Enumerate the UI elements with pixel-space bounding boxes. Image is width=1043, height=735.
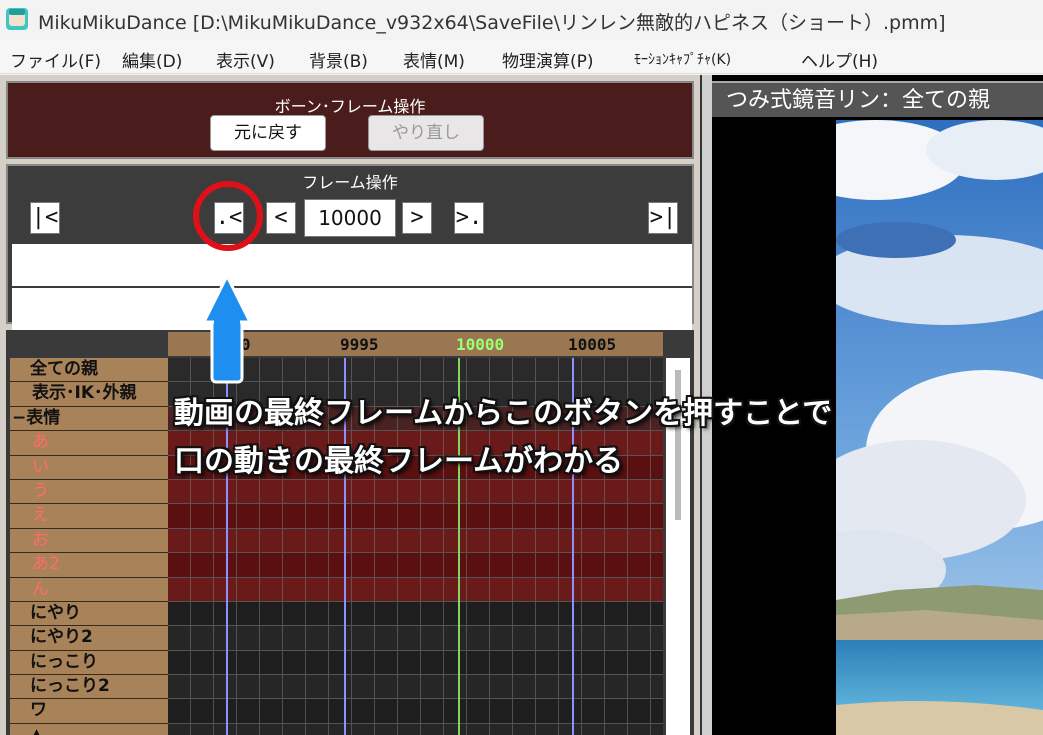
next-frame-button[interactable]: >	[402, 202, 432, 234]
bone-frame-title: ボーン･フレーム操作	[274, 97, 426, 116]
menu-file[interactable]: ファイル(F)	[10, 47, 101, 72]
undo-button[interactable]: 元に戻す	[210, 115, 326, 151]
track-nikkori[interactable]: にっこり	[10, 650, 168, 676]
menu-edit[interactable]: 編集(D)	[122, 47, 182, 72]
grid-row[interactable]	[168, 650, 663, 676]
track-triangle[interactable]: ▲	[10, 723, 168, 735]
frame-number-input[interactable]: 10000	[304, 199, 396, 237]
ruler-label: 10005	[568, 335, 617, 354]
bone-frame-panel: ボーン･フレーム操作 元に戻す やり直し	[6, 81, 694, 159]
ruler-label: 9990	[212, 335, 251, 354]
grid-row[interactable]	[168, 553, 663, 578]
grid-row[interactable]	[168, 626, 663, 651]
menu-view[interactable]: 表示(V)	[216, 47, 275, 72]
track-all-parent[interactable]: 全ての親	[10, 358, 168, 383]
track-wa[interactable]: ワ	[10, 699, 168, 724]
track-nikkori2[interactable]: にっこり2	[10, 675, 168, 700]
prev-frame-button[interactable]: <	[266, 202, 296, 234]
track-morph-n[interactable]: ん	[10, 577, 168, 602]
grid-row[interactable]	[168, 358, 663, 383]
ruler-label: 9995	[340, 335, 379, 354]
track-niyari[interactable]: にやり	[10, 601, 168, 627]
frame-operation-panel: フレーム操作 |< .< < 10000 > >. >|	[6, 164, 694, 330]
3d-viewport[interactable]	[836, 120, 1043, 735]
title-bar: MikuMikuDance [D:\MikuMikuDance_v932x64\…	[0, 0, 1043, 40]
frame-slider-upper[interactable]	[12, 244, 692, 286]
annotation-line-1: 動画の最終フレームからこのボタンを押すことで	[174, 396, 833, 431]
mmd-app-icon	[6, 8, 28, 30]
menu-background[interactable]: 背景(B)	[309, 47, 368, 72]
first-frame-button[interactable]: |<	[30, 202, 60, 234]
annotation-caption: 動画の最終フレームからこのボタンを押すことで 口の動きの最終フレームがわかる	[174, 390, 832, 486]
menu-bar: ファイル(F) 編集(D) 表示(V) 背景(B) 表情(M) 物理演算(P) …	[0, 40, 1043, 74]
menu-motion-capture[interactable]: ﾓｰｼｮﾝｷｬﾌﾟﾁｬ(K)	[634, 49, 731, 69]
grid-row[interactable]	[168, 601, 663, 627]
next-keyframe-button[interactable]: >.	[454, 202, 484, 234]
track-name-column: 全ての親 表示･IK･外親 −表情 あ い う え お あ2 ん にやり にやり…	[10, 358, 168, 735]
track-display-ik[interactable]: 表示･IK･外親	[10, 382, 168, 407]
track-morph-u[interactable]: う	[10, 479, 168, 505]
grid-row[interactable]	[168, 528, 663, 554]
prev-keyframe-button[interactable]: .<	[214, 202, 244, 234]
redo-button[interactable]: やり直し	[368, 115, 484, 151]
menu-help[interactable]: ヘルプ(H)	[801, 47, 878, 72]
track-morph-a[interactable]: あ	[10, 431, 168, 456]
track-morph-a2[interactable]: あ2	[10, 553, 168, 578]
frame-slider-lower[interactable]	[12, 288, 692, 330]
grid-row[interactable]	[168, 699, 663, 724]
frame-operation-title: フレーム操作	[302, 173, 398, 192]
track-morph-o[interactable]: お	[10, 528, 168, 554]
grid-row[interactable]	[168, 504, 663, 529]
menu-morph[interactable]: 表情(M)	[403, 47, 465, 72]
grid-row[interactable]	[168, 577, 663, 602]
last-frame-button[interactable]: >|	[648, 202, 678, 234]
menu-physics[interactable]: 物理演算(P)	[502, 47, 594, 72]
track-niyari2[interactable]: にやり2	[10, 626, 168, 651]
track-morph-category[interactable]: −表情	[10, 406, 168, 432]
grid-row[interactable]	[168, 723, 663, 735]
grid-row[interactable]	[168, 675, 663, 700]
model-title: つみ式鏡音リン：全ての親	[712, 81, 1043, 117]
track-morph-i[interactable]: い	[10, 455, 168, 480]
sky-beach-scene	[836, 120, 1043, 735]
frame-ruler[interactable]: 9990 9995 10000 10005	[168, 332, 663, 356]
annotation-line-2: 口の動きの最終フレームがわかる	[174, 444, 624, 479]
track-morph-e[interactable]: え	[10, 504, 168, 529]
ruler-label-current: 10000	[456, 335, 505, 354]
window-title: MikuMikuDance [D:\MikuMikuDance_v932x64\…	[38, 12, 946, 34]
